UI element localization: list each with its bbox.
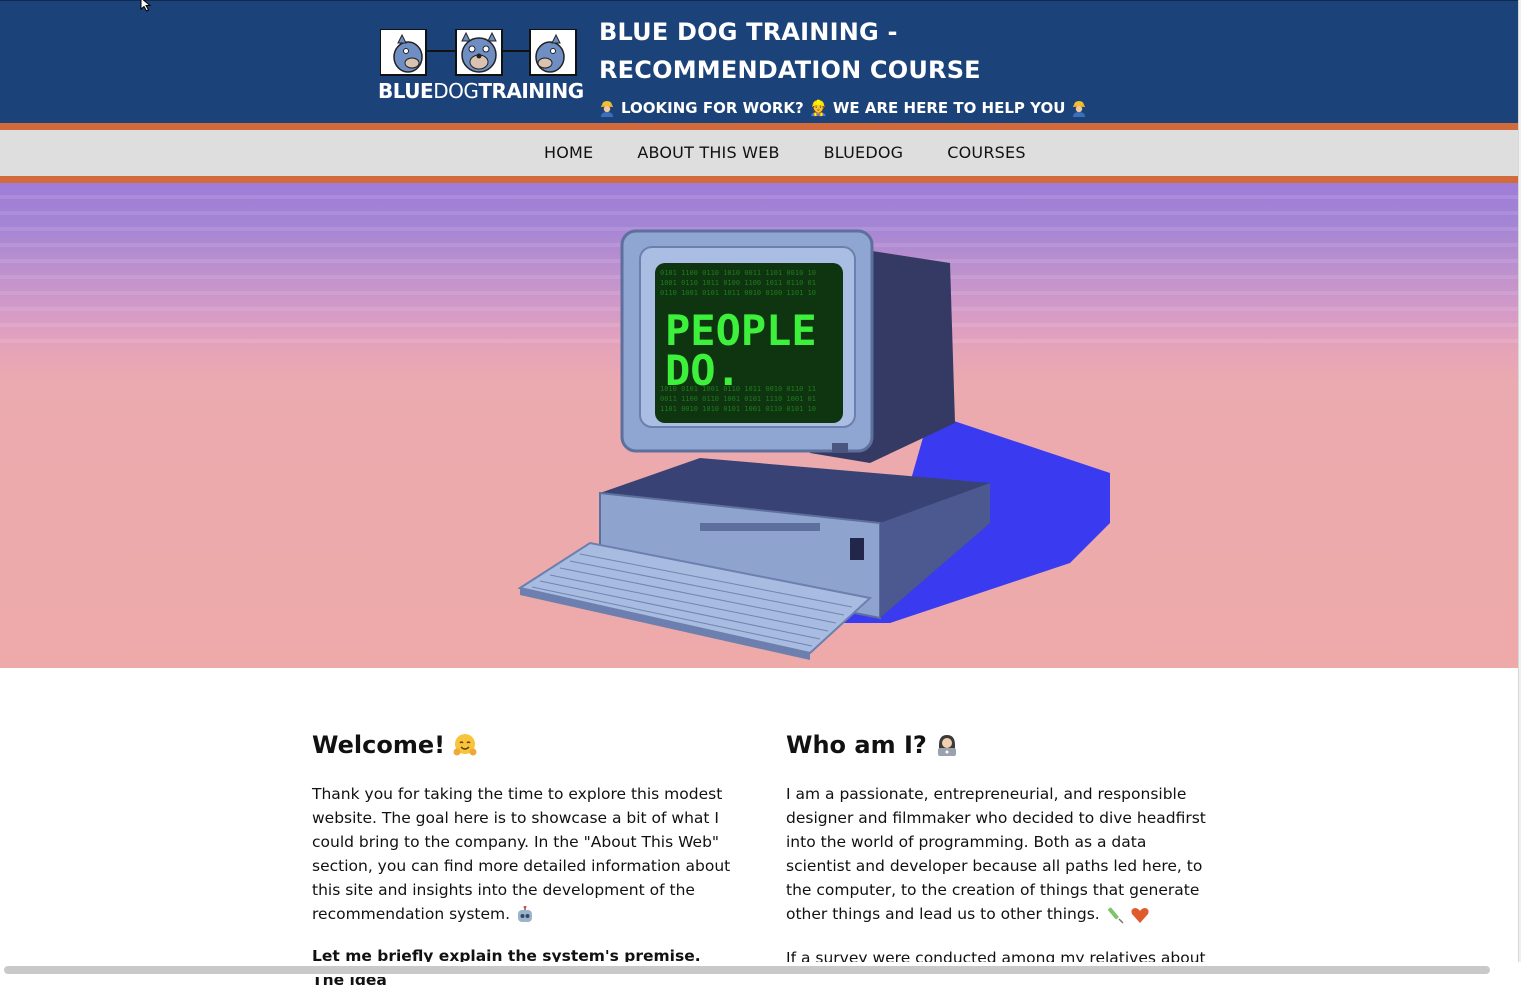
horizontal-scrollbar-thumb[interactable]: [4, 966, 1490, 974]
svg-text:1101 0010 1010 0101 1001 0110: 1101 0010 1010 0101 1001 0110 0101 10: [660, 405, 816, 413]
welcome-paragraph-text: Thank you for taking the time to explore…: [312, 785, 731, 923]
logo-text-dog: DOG: [433, 79, 479, 103]
site-header: BLUEDOGTRAINING BLUE DOG TRAINING - RECO…: [0, 0, 1518, 124]
who-heading-text: Who am I?: [786, 731, 927, 759]
who-am-i-section: Who am I? I am a passionate, entrepreneu…: [786, 728, 1206, 970]
nav-item-home[interactable]: HOME: [522, 130, 615, 176]
construction-worker-icon: [601, 101, 613, 117]
hero-banner: 0101 1100 0110 1010 0011 1101 0010 10 10…: [0, 183, 1518, 668]
welcome-paragraph: Thank you for taking the time to explore…: [312, 782, 732, 926]
tagline: LOOKING FOR WORK? 👷 WE ARE HERE TO HELP …: [599, 99, 1119, 117]
header-accent-bar: [0, 123, 1518, 130]
nav-item-bluedog[interactable]: BLUEDOG: [802, 130, 926, 176]
svg-text:0011 1100 0110 1001 0101 1110: 0011 1100 0110 1001 0101 1110 1001 01: [660, 395, 816, 403]
site-title: BLUE DOG TRAINING - RECOMMENDATION COURS…: [599, 18, 981, 84]
welcome-section: Welcome! Thank you for taking the time t…: [312, 728, 732, 992]
hugging-face-icon: [453, 734, 477, 756]
heart-icon: [1131, 907, 1149, 923]
retro-computer-illustration: 0101 1100 0110 1010 0011 1101 0010 10 10…: [517, 229, 1110, 660]
main-nav: HOME ABOUT THIS WEB BLUEDOG COURSES: [0, 130, 1518, 176]
welcome-heading: Welcome!: [312, 728, 732, 762]
logo-text-training: TRAINING: [478, 79, 584, 103]
technologist-icon: [937, 735, 956, 756]
who-paragraph-text: I am a passionate, entrepreneurial, and …: [786, 785, 1206, 923]
nav-accent-bar: [0, 176, 1518, 183]
screen-text-line2: DO.: [665, 346, 741, 395]
who-paragraph: I am a passionate, entrepreneurial, and …: [786, 782, 1206, 926]
site-logo[interactable]: BLUEDOGTRAINING: [378, 29, 584, 103]
svg-text:1001 0110 1011 0100 1100 1011: 1001 0110 1011 0100 1100 1011 0110 01: [660, 279, 816, 287]
tagline-text: LOOKING FOR WORK? 👷 WE ARE HERE TO HELP …: [621, 99, 1066, 117]
nav-items: HOME ABOUT THIS WEB BLUEDOG COURSES: [522, 130, 1048, 176]
mouse-cursor-icon: [140, 0, 152, 12]
construction-worker-icon: [1073, 101, 1086, 117]
who-heading: Who am I?: [786, 728, 1206, 762]
nav-item-courses[interactable]: COURSES: [925, 130, 1047, 176]
nav-item-about-this-web[interactable]: ABOUT THIS WEB: [615, 130, 801, 176]
title-block: BLUE DOG TRAINING - RECOMMENDATION COURS…: [599, 13, 1119, 117]
syringe-icon: [1107, 907, 1124, 924]
svg-text:0101 1100 0110 1010 0011 1101: 0101 1100 0110 1010 0011 1101 0010 10: [660, 269, 816, 277]
welcome-heading-text: Welcome!: [312, 731, 446, 759]
logo-text-blue: BLUE: [378, 79, 434, 103]
logo-wordmark: BLUEDOGTRAINING: [378, 79, 584, 103]
bulldog-logo-icon: [380, 29, 577, 76]
robot-icon: [518, 905, 532, 922]
svg-text:0110 1001 0101 1011 0010 0100: 0110 1001 0101 1011 0010 0100 1101 10: [660, 289, 816, 297]
